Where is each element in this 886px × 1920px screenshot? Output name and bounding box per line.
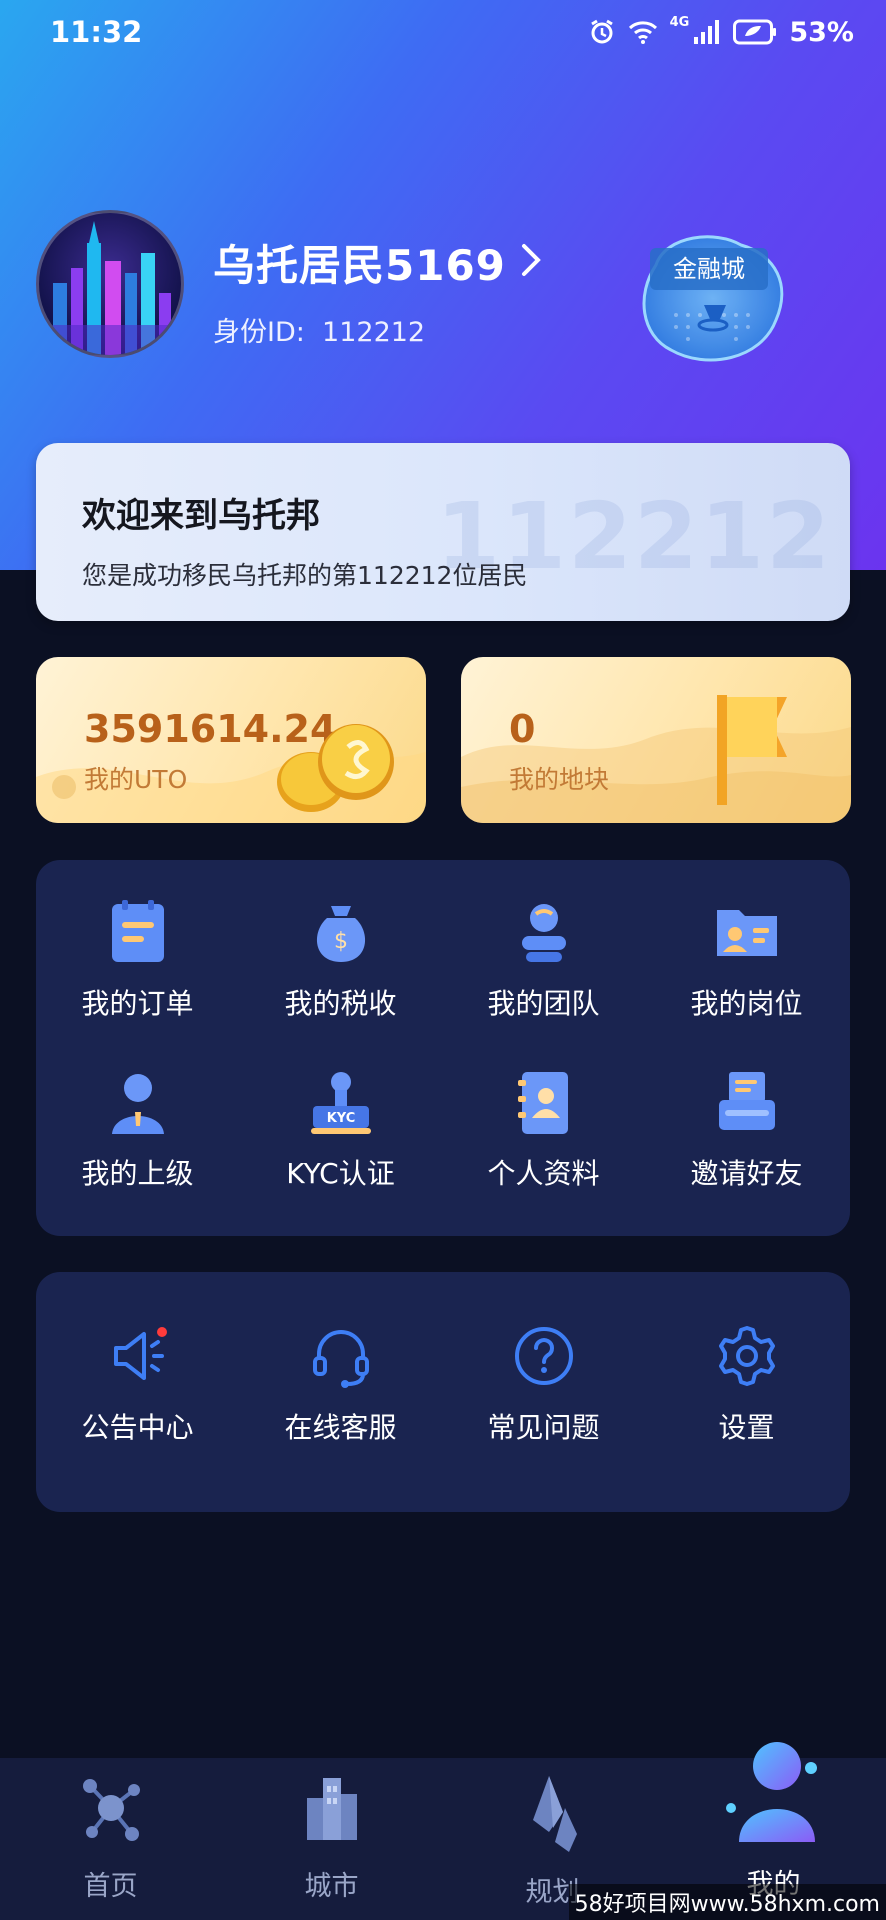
flag-icon	[717, 695, 787, 805]
team-icon	[521, 904, 566, 962]
nav-item-home[interactable]: 首页	[0, 1758, 221, 1920]
notification-dot	[156, 1327, 167, 1337]
grid-item-position[interactable]: 我的岗位	[645, 896, 848, 1022]
gear-icon	[718, 1326, 775, 1386]
grid-item-label: 我的团队	[487, 987, 600, 1020]
nav-item-city[interactable]: 城市	[221, 1758, 442, 1920]
gold-coins-icon	[277, 724, 394, 812]
uto-balance-card[interactable]: 3591614.24 我的UTO	[36, 657, 426, 823]
grid-item-profile[interactable]: 个人资料	[442, 1066, 645, 1192]
network-type-label: 4G	[669, 14, 690, 30]
status-bar: 11:32 4G 53%	[0, 0, 886, 68]
battery-percent: 53%	[789, 16, 854, 48]
grid-item-label: KYC认证	[286, 1157, 395, 1190]
plan-crystal-icon	[532, 1776, 577, 1852]
order-icon	[111, 900, 164, 962]
welcome-card: 112212 欢迎来到乌托邦 您是成功移民乌托邦的第112212位居民	[36, 443, 850, 621]
function-grid-panel: 我的订单 $ 我的税收 我的团队 我的岗位 我的上级 KYC KYC认证 个人资…	[36, 860, 850, 1236]
nav-label: 首页	[83, 1871, 138, 1902]
signal-icon	[694, 20, 720, 44]
city-label[interactable]: 金融城	[650, 248, 768, 290]
status-time: 11:32	[50, 15, 143, 49]
grid-item-team[interactable]: 我的团队	[442, 896, 645, 1022]
alarm-icon	[590, 19, 613, 44]
city-buildings-icon	[306, 1778, 357, 1840]
user-id-value: 112212	[322, 317, 426, 348]
city-skyline-image	[39, 221, 181, 355]
services-panel: 公告中心 在线客服 常见问题 设置	[36, 1272, 850, 1512]
service-faq[interactable]: 常见问题	[442, 1320, 645, 1446]
grid-item-label: 我的上级	[81, 1157, 194, 1190]
grid-item-invite[interactable]: 邀请好友	[645, 1066, 848, 1192]
me-avatar-icon	[725, 1742, 817, 1842]
service-label: 公告中心	[81, 1411, 194, 1444]
land-count-label: 我的地块	[509, 765, 610, 794]
welcome-title: 欢迎来到乌托邦	[82, 496, 320, 536]
user-id-label: 身份ID:	[213, 317, 305, 348]
battery-icon	[733, 19, 777, 45]
chevron-right-icon[interactable]	[516, 240, 546, 280]
service-label: 常见问题	[487, 1411, 600, 1444]
home-molecule-icon	[82, 1779, 140, 1841]
kyc-stamp-icon: KYC	[310, 1072, 371, 1134]
headset-icon	[312, 1330, 369, 1388]
grid-item-label: 我的岗位	[690, 987, 803, 1020]
svg-text:KYC: KYC	[326, 1111, 355, 1126]
service-announcements[interactable]: 公告中心	[36, 1320, 239, 1446]
grid-item-label: 邀请好友	[690, 1157, 803, 1190]
land-count-card[interactable]: 0 我的地块	[461, 657, 851, 823]
grid-item-label: 个人资料	[487, 1157, 600, 1190]
wifi-icon	[628, 21, 657, 44]
tax-bag-icon: $	[316, 906, 365, 962]
corner-watermark: 58好项目网www.58hxm.com	[568, 1884, 886, 1920]
svg-text:$: $	[334, 929, 348, 954]
service-settings[interactable]: 设置	[645, 1320, 848, 1446]
avatar[interactable]	[36, 210, 184, 358]
grid-item-kyc[interactable]: KYC KYC认证	[239, 1066, 442, 1192]
position-card-icon	[716, 910, 777, 956]
grid-item-superior[interactable]: 我的上级	[36, 1066, 239, 1192]
service-label: 在线客服	[284, 1411, 397, 1444]
status-icons: 4G 53%	[588, 14, 854, 50]
grid-item-tax[interactable]: $ 我的税收	[239, 896, 442, 1022]
grid-item-orders[interactable]: 我的订单	[36, 896, 239, 1022]
superior-icon	[111, 1074, 164, 1134]
invite-printer-icon	[718, 1072, 775, 1130]
username[interactable]: 乌托居民5169	[213, 232, 506, 293]
profile-book-icon	[517, 1072, 568, 1134]
land-count-value: 0	[509, 707, 536, 751]
uto-balance-label: 我的UTO	[84, 765, 188, 794]
service-label: 设置	[718, 1411, 775, 1444]
grid-item-label: 我的订单	[81, 987, 194, 1020]
service-support[interactable]: 在线客服	[239, 1320, 442, 1446]
welcome-subtitle: 您是成功移民乌托邦的第112212位居民	[82, 561, 528, 590]
nav-label: 城市	[304, 1871, 359, 1902]
grid-item-label: 我的税收	[284, 987, 397, 1020]
megaphone-icon	[113, 1327, 167, 1380]
question-icon	[514, 1327, 573, 1385]
user-id-row: 身份ID: 112212	[213, 310, 425, 349]
